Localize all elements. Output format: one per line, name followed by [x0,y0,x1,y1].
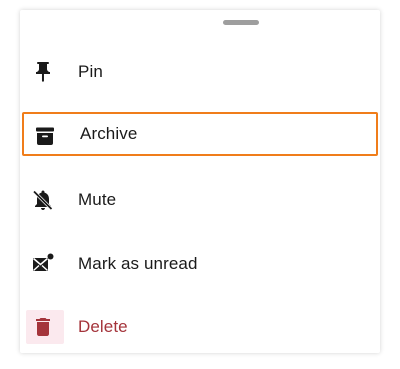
menu-item-mark-as-unread[interactable]: Mark as unread [20,241,380,287]
menu-item-label: Mute [78,190,117,209]
pin-icon [36,62,50,82]
page: Pin Archive Mute Mark as unread Delete [0,0,400,369]
menu-item-label: Mark as unread [78,254,198,273]
menu-item-label: Archive [80,124,138,143]
menu-item-label: Delete [78,317,128,336]
trash-icon [36,318,50,336]
menu-item-archive[interactable]: Archive [22,112,378,156]
archive-icon [36,127,54,145]
bell-off-icon [32,190,53,211]
menu-item-pin[interactable]: Pin [20,49,380,95]
drag-handle[interactable] [223,20,259,25]
menu-item-mute[interactable]: Mute [20,177,380,223]
bottom-sheet-menu: Pin Archive Mute Mark as unread Delete [20,10,380,353]
mark-unread-icon [32,253,54,272]
menu-item-label: Pin [78,62,103,81]
menu-item-delete[interactable]: Delete [20,304,380,350]
